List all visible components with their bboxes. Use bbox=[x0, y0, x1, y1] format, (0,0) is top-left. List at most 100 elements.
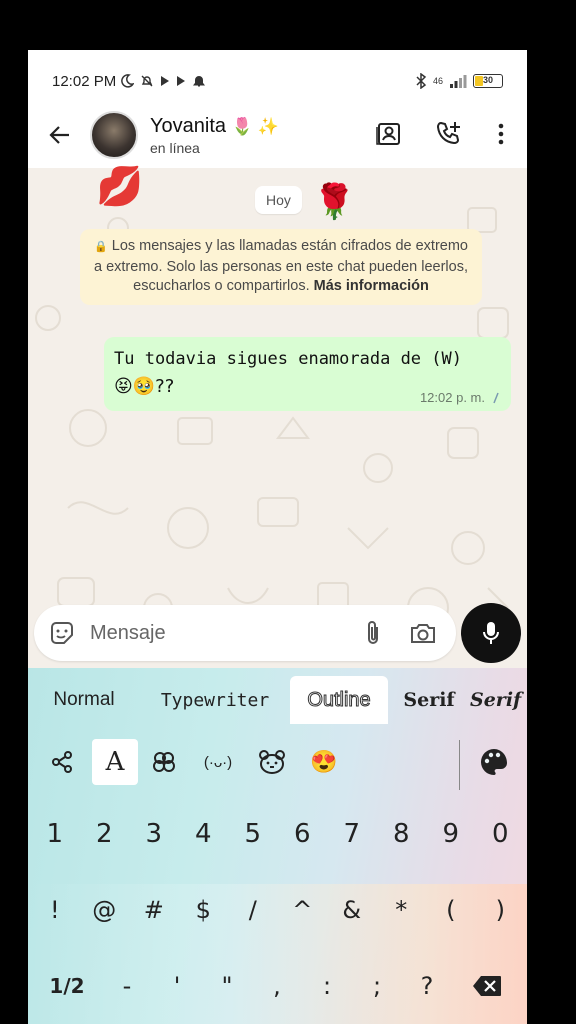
font-outline[interactable]: Outline bbox=[290, 676, 388, 724]
phone-screen: 12:02 PM 46 30 Yovanita 🌷 ✨ en línea 💋 H… bbox=[28, 50, 527, 1024]
voice-message-button[interactable] bbox=[461, 603, 521, 663]
share-button[interactable] bbox=[36, 739, 88, 785]
battery-icon: 30 bbox=[473, 74, 503, 88]
header-actions bbox=[369, 112, 513, 156]
status-right: 46 30 bbox=[415, 73, 503, 89]
backspace-icon bbox=[473, 976, 501, 996]
bear-face-icon bbox=[259, 750, 285, 774]
font-style-row: Normal Typewriter Outline Serif Serif bbox=[28, 676, 527, 724]
bluetooth-icon bbox=[416, 73, 427, 89]
rose-sticker: 🌹 bbox=[313, 183, 356, 221]
key-dollar[interactable]: $ bbox=[181, 878, 225, 942]
key-apostrophe[interactable]: ' bbox=[152, 954, 202, 1018]
number-row: 1 2 3 4 5 6 7 8 9 0 bbox=[28, 802, 527, 866]
font-serif[interactable]: Serif bbox=[388, 676, 470, 724]
video-call-button[interactable] bbox=[369, 112, 409, 156]
contact-name-emoji: 🌷 ✨ bbox=[231, 116, 279, 136]
bell-icon bbox=[193, 76, 206, 87]
backspace-key[interactable] bbox=[452, 954, 522, 1018]
status-time: 12:02 PM bbox=[52, 72, 117, 90]
kaomoji-button[interactable]: (·ᴗ·) bbox=[190, 739, 246, 785]
lock-icon: 🔒 bbox=[94, 241, 108, 253]
contact-info[interactable]: Yovanita 🌷 ✨ en línea bbox=[150, 115, 279, 156]
key-5[interactable]: 5 bbox=[231, 802, 275, 866]
share-icon bbox=[52, 751, 72, 773]
encryption-notice[interactable]: 🔒 Los mensajes y las llamadas están cifr… bbox=[80, 229, 482, 305]
page-toggle-key[interactable]: 1/2 bbox=[32, 954, 102, 1018]
key-dash[interactable]: - bbox=[102, 954, 152, 1018]
key-caret[interactable]: ^ bbox=[280, 878, 324, 942]
message-input[interactable]: Mensaje bbox=[90, 622, 348, 645]
more-info-link[interactable]: Más información bbox=[314, 278, 429, 294]
play-icon bbox=[161, 76, 170, 86]
status-left: 12:02 PM bbox=[52, 73, 206, 90]
contact-card-icon bbox=[376, 123, 400, 145]
key-question[interactable]: ? bbox=[402, 954, 452, 1018]
toolbar-divider bbox=[459, 740, 460, 790]
phone-plus-icon bbox=[436, 121, 460, 145]
kaomoji-icon: (·ᴗ·) bbox=[203, 753, 233, 771]
sticker-button[interactable] bbox=[34, 605, 90, 661]
bottom-symbol-row: 1/2 - ' " , : ; ? bbox=[28, 954, 527, 1018]
key-close-paren[interactable]: ) bbox=[478, 878, 522, 942]
key-slash[interactable]: / bbox=[231, 878, 275, 942]
key-3[interactable]: 3 bbox=[132, 802, 176, 866]
key-colon[interactable]: : bbox=[302, 954, 352, 1018]
back-button[interactable] bbox=[36, 111, 84, 159]
arrow-left-icon bbox=[49, 126, 69, 144]
muted-bell-icon bbox=[141, 75, 153, 87]
contact-name: Yovanita bbox=[150, 114, 226, 137]
camera-icon bbox=[411, 624, 435, 643]
play-icon-2 bbox=[177, 76, 186, 86]
key-at[interactable]: @ bbox=[82, 878, 126, 942]
message-composer: Mensaje bbox=[34, 605, 456, 661]
text-style-icon: A bbox=[105, 747, 125, 777]
key-9[interactable]: 9 bbox=[429, 802, 473, 866]
message-time: 12:02 p. m. bbox=[419, 390, 485, 405]
network-label: 46 bbox=[432, 76, 443, 86]
avatar[interactable] bbox=[90, 111, 138, 159]
key-quote[interactable]: " bbox=[202, 954, 252, 1018]
clover-icon bbox=[153, 752, 175, 772]
sticker-bear-button[interactable] bbox=[246, 739, 298, 785]
emoji-button[interactable]: 😍 bbox=[298, 739, 350, 785]
lips-sticker: 💋 bbox=[96, 166, 144, 208]
theme-button[interactable] bbox=[468, 739, 520, 785]
font-typewriter[interactable]: Typewriter bbox=[140, 676, 290, 724]
more-options-button[interactable] bbox=[489, 112, 513, 156]
key-6[interactable]: 6 bbox=[280, 802, 324, 866]
key-ampersand[interactable]: & bbox=[330, 878, 374, 942]
font-serif-italic[interactable]: Serif bbox=[470, 676, 526, 724]
contact-name-row: Yovanita 🌷 ✨ bbox=[150, 115, 279, 138]
palette-icon bbox=[481, 749, 507, 775]
keyboard-toolbar: A (·ᴗ·) 😍 bbox=[28, 736, 527, 790]
key-7[interactable]: 7 bbox=[330, 802, 374, 866]
key-open-paren[interactable]: ( bbox=[429, 878, 473, 942]
outgoing-message[interactable]: Tu todavia sigues enamorada de (W) 😝🥹?? … bbox=[104, 337, 511, 411]
date-chip: Hoy bbox=[255, 186, 302, 214]
message-text-line1: Tu todavia sigues enamorada de (W) bbox=[114, 349, 462, 369]
key-semicolon[interactable]: ; bbox=[352, 954, 402, 1018]
key-1[interactable]: 1 bbox=[33, 802, 77, 866]
attach-button[interactable] bbox=[348, 605, 398, 661]
microphone-icon bbox=[483, 622, 499, 644]
clock-pending-icon bbox=[493, 392, 499, 403]
key-exclamation[interactable]: ! bbox=[33, 878, 77, 942]
key-0[interactable]: 0 bbox=[478, 802, 522, 866]
key-asterisk[interactable]: * bbox=[379, 878, 423, 942]
camera-button[interactable] bbox=[398, 605, 448, 661]
font-normal[interactable]: Normal bbox=[28, 676, 140, 724]
moon-icon bbox=[121, 74, 135, 88]
key-4[interactable]: 4 bbox=[181, 802, 225, 866]
key-hash[interactable]: # bbox=[132, 878, 176, 942]
key-comma[interactable]: , bbox=[252, 954, 302, 1018]
battery-level: 30 bbox=[482, 75, 493, 85]
notification-icons bbox=[120, 74, 206, 88]
key-8[interactable]: 8 bbox=[379, 802, 423, 866]
key-2[interactable]: 2 bbox=[82, 802, 126, 866]
text-style-button[interactable]: A bbox=[92, 739, 138, 785]
sticker-icon bbox=[51, 622, 73, 644]
paperclip-icon bbox=[368, 621, 378, 644]
fancy-text-button[interactable] bbox=[138, 739, 190, 785]
add-call-button[interactable] bbox=[429, 112, 469, 156]
